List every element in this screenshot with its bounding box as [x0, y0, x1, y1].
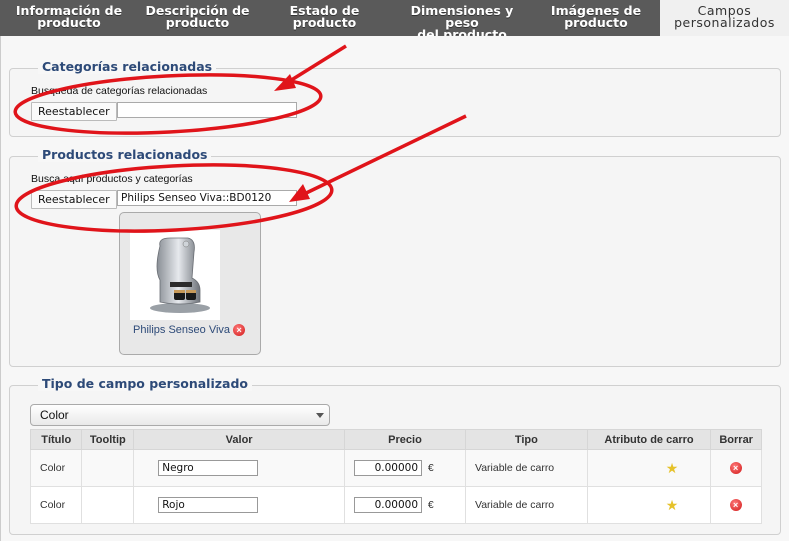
tab-dimensions-weight[interactable]: Dimensiones y peso del producto — [392, 0, 532, 41]
star-icon[interactable]: ★ — [666, 497, 679, 513]
currency-label: € — [427, 462, 434, 474]
table-row: Color Rojo 0.00000 € Variable de carro ★… — [29, 486, 762, 524]
row-title: Color — [29, 449, 83, 487]
category-search-input[interactable] — [117, 102, 297, 118]
tab-product-info[interactable]: Información de producto — [0, 0, 138, 36]
tab-product-images[interactable]: Imágenes de producto — [532, 0, 660, 36]
related-products-legend: Productos relacionados — [38, 147, 212, 162]
header-type: Tipo — [464, 429, 588, 450]
delete-row-icon[interactable]: × — [729, 499, 742, 511]
related-product-name-text: Philips Senseo Viva — [133, 324, 231, 336]
product-search-input[interactable] — [117, 190, 297, 206]
remove-product-icon[interactable]: × — [233, 324, 246, 336]
tab-product-description[interactable]: Descripción de producto — [138, 0, 257, 36]
product-thumbnail — [130, 230, 220, 320]
related-product-card: Philips Senseo Viva × — [119, 212, 261, 355]
header-value: Valor — [133, 429, 346, 450]
header-tooltip: Tooltip — [81, 429, 135, 450]
row-tooltip[interactable] — [81, 449, 135, 487]
tab-bar: Información de producto Descripción de p… — [0, 0, 789, 41]
row-type: Variable de carro — [464, 486, 588, 524]
custom-field-type-select[interactable]: Color — [30, 404, 330, 426]
delete-row-icon[interactable]: × — [729, 462, 742, 474]
related-categories-legend: Categorías relacionadas — [38, 59, 217, 74]
custom-fields-table: Título Tooltip Valor Precio Tipo Atribut… — [29, 429, 762, 524]
related-product-name[interactable]: Philips Senseo Viva × — [133, 324, 246, 336]
chevron-down-icon — [316, 413, 324, 418]
price-input[interactable]: 0.00000 — [354, 460, 423, 476]
custom-field-type-legend: Tipo de campo personalizado — [38, 376, 252, 391]
header-cart-attribute: Atributo de carro — [586, 429, 712, 450]
coffee-machine-icon — [150, 237, 210, 313]
product-search-label: Busca aquí productos y categorías — [31, 173, 193, 185]
product-reset-button[interactable]: Reestablecer — [31, 190, 117, 209]
category-search-label: Busqueda de categorías relacionadas — [31, 85, 208, 97]
custom-field-type-selected: Color — [40, 408, 69, 422]
row-title: Color — [29, 486, 83, 524]
star-icon[interactable]: ★ — [666, 460, 679, 476]
price-input[interactable]: 0.00000 — [354, 497, 423, 513]
currency-label: € — [427, 499, 434, 511]
table-row: Color Negro 0.00000 € Variable de carro … — [29, 449, 762, 487]
header-title: Título — [29, 429, 83, 450]
category-reset-button[interactable]: Reestablecer — [31, 102, 117, 121]
row-tooltip[interactable] — [81, 486, 135, 524]
tab-product-status[interactable]: Estado de producto — [257, 0, 392, 36]
table-header-row: Título Tooltip Valor Precio Tipo Atribut… — [29, 429, 762, 450]
value-input[interactable]: Negro — [158, 460, 259, 476]
row-type: Variable de carro — [464, 449, 588, 487]
header-price: Precio — [344, 429, 466, 450]
header-delete: Borrar — [710, 429, 762, 450]
tab-custom-fields[interactable]: Campos personalizados — [660, 0, 789, 36]
value-input[interactable]: Rojo — [158, 497, 259, 513]
